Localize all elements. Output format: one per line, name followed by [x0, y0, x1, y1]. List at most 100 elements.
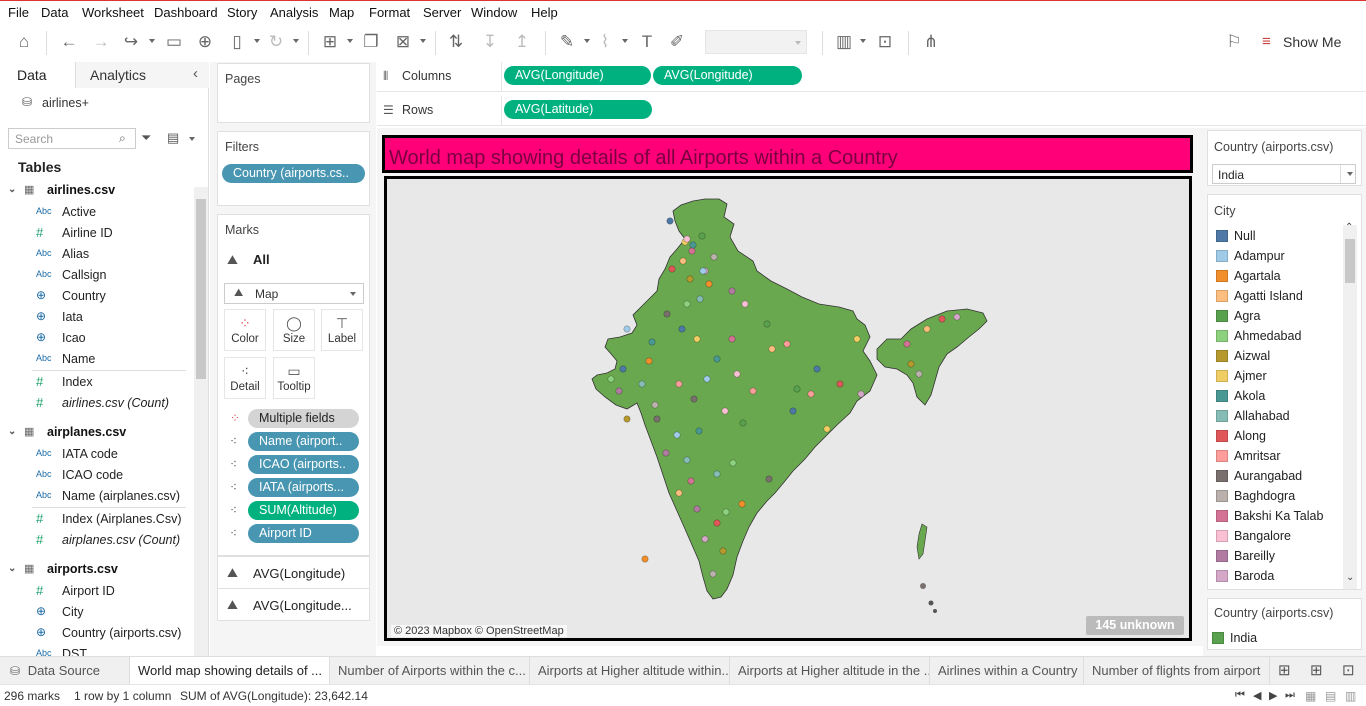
swap-icon[interactable]: ⇅ [446, 32, 466, 52]
menu-worksheet[interactable]: Worksheet [82, 5, 144, 20]
airport-dot[interactable] [721, 407, 729, 415]
data-source-tab[interactable]: ⛁ Data Source [0, 657, 130, 685]
prev-sheet-icon[interactable]: ◀ [1253, 689, 1261, 702]
airport-dot[interactable] [713, 519, 721, 527]
airport-dot[interactable] [663, 310, 671, 318]
legend-item[interactable]: Amritsar [1212, 446, 1342, 466]
tooltip-button[interactable]: ▭ Tooltip [273, 357, 315, 399]
table-airplanes[interactable]: ⌄ ▦ airplanes.csv [0, 423, 190, 445]
sheet-tab[interactable]: Airports at Higher altitude in the ... [730, 657, 930, 685]
grid-view-icon[interactable]: ▦ [1305, 689, 1316, 703]
field-item[interactable]: # airplanes.csv (Count) [0, 531, 190, 552]
field-item[interactable]: ⊕ Icao [0, 329, 190, 350]
airport-dot[interactable] [693, 335, 701, 343]
refresh-icon[interactable]: ↻ [266, 32, 286, 52]
legend-item[interactable]: Akola [1212, 386, 1342, 406]
airport-dot[interactable] [678, 325, 686, 333]
marks-pill[interactable]: Name (airport.. [248, 432, 359, 451]
airport-dot[interactable] [903, 340, 911, 348]
highlight-icon[interactable]: ✎ [557, 32, 577, 52]
legend-item[interactable]: Baroda [1212, 566, 1342, 586]
airport-dot[interactable] [662, 449, 670, 457]
airport-dot[interactable] [807, 390, 815, 398]
sheet-tab-active[interactable]: World map showing details of ... [130, 657, 330, 685]
chevron-down-icon[interactable] [254, 39, 260, 43]
airport-dot[interactable] [768, 345, 776, 353]
field-item[interactable]: # Airline ID [0, 224, 190, 245]
save-icon[interactable]: ▭ [164, 32, 184, 52]
airport-dot[interactable] [763, 320, 771, 328]
duplicate-sheet-icon[interactable]: ❐ [361, 32, 381, 52]
scrollbar-thumb[interactable] [1345, 239, 1355, 283]
india-map[interactable] [387, 179, 1189, 638]
filters-card[interactable]: Filters Country (airports.cs.. [217, 131, 370, 206]
airport-dot[interactable] [648, 338, 656, 346]
map-view[interactable]: © 2023 Mapbox © OpenStreetMap 145 unknow… [384, 176, 1192, 641]
chevron-down-icon[interactable] [584, 39, 590, 43]
legend-item[interactable]: Bareilly [1212, 546, 1342, 566]
collapse-icon[interactable]: ‹ [193, 65, 198, 82]
marks-pill[interactable]: Airport ID [248, 524, 359, 543]
menu-story[interactable]: Story [227, 5, 257, 20]
airport-dot[interactable] [836, 380, 844, 388]
airport-dot[interactable] [783, 340, 791, 348]
airport-dot[interactable] [728, 335, 736, 343]
field-item[interactable]: ⊕ Country [0, 287, 190, 308]
sheet-tab[interactable]: Number of Airports within the c... [330, 657, 530, 685]
fit-dropdown[interactable] [705, 30, 807, 54]
last-sheet-icon[interactable]: ⏭ [1285, 689, 1295, 702]
airport-dot[interactable] [675, 489, 683, 497]
field-item[interactable]: ⊕ City [0, 603, 190, 624]
scrollbar-thumb[interactable] [196, 199, 206, 379]
airport-dot[interactable] [765, 475, 773, 483]
show-labels-icon[interactable]: T [637, 32, 657, 52]
airport-dot[interactable] [698, 232, 706, 240]
airport-dot[interactable] [638, 380, 646, 388]
view-options-icon[interactable]: ▤ [167, 130, 179, 146]
airport-dot[interactable] [813, 365, 821, 373]
menu-server[interactable]: Server [423, 5, 461, 20]
airport-dot[interactable] [713, 470, 721, 478]
sheet-tab[interactable]: Airlines within a Country [930, 657, 1084, 685]
airport-dot[interactable] [615, 387, 623, 395]
airport-dot[interactable] [673, 431, 681, 439]
new-worksheet-icon[interactable]: ⊞ [1278, 661, 1291, 679]
unknown-badge[interactable]: 145 unknown [1086, 616, 1184, 635]
view-title-box[interactable]: World map showing details of all Airport… [382, 135, 1193, 173]
chevron-down-icon[interactable] [347, 39, 353, 43]
airport-dot[interactable] [690, 395, 698, 403]
new-story-icon[interactable]: ⊡ [1342, 661, 1355, 679]
clear-sheet-icon[interactable]: ⊠ [393, 32, 413, 52]
legend-item[interactable]: Agra [1212, 306, 1342, 326]
legend-item[interactable]: Agatti Island [1212, 286, 1342, 306]
field-item[interactable]: # airlines.csv (Count) [0, 394, 190, 415]
detail-button[interactable]: ⁖ Detail [224, 357, 266, 399]
marks-subcard[interactable]: ⛰ AVG(Longitude) [217, 556, 370, 589]
airport-dot[interactable] [705, 280, 713, 288]
country-filter-dropdown[interactable]: India [1212, 164, 1356, 184]
legend-item[interactable]: Allahabad [1212, 406, 1342, 426]
airport-dot[interactable] [693, 505, 701, 513]
chevron-down-icon[interactable] [622, 39, 628, 43]
airport-dot[interactable] [738, 500, 746, 508]
list-view-icon[interactable]: ▤ [1325, 689, 1336, 703]
airport-dot[interactable] [688, 247, 696, 255]
columns-pill[interactable]: AVG(Longitude) [653, 66, 802, 85]
filmstrip-icon[interactable]: ▥ [1345, 689, 1356, 703]
field-item[interactable]: Abc IATA code [0, 445, 190, 466]
airport-dot[interactable] [619, 365, 627, 373]
airport-dot[interactable] [645, 357, 653, 365]
tab-analytics[interactable]: Analytics ‹ [76, 62, 209, 88]
chevron-down-icon[interactable] [860, 39, 866, 43]
undo-icon[interactable]: ← [59, 32, 79, 52]
share-icon[interactable]: ⋔ [921, 32, 941, 52]
menu-data[interactable]: Data [41, 5, 68, 20]
menu-help[interactable]: Help [531, 5, 558, 20]
chevron-down-icon[interactable] [795, 41, 801, 45]
menu-map[interactable]: Map [329, 5, 354, 20]
legend-item[interactable]: Aizwal [1212, 346, 1342, 366]
chevron-down-icon[interactable] [293, 39, 299, 43]
columns-pill[interactable]: AVG(Longitude) [504, 66, 651, 85]
field-item[interactable]: # Index [0, 373, 190, 394]
airport-dot[interactable] [687, 477, 695, 485]
